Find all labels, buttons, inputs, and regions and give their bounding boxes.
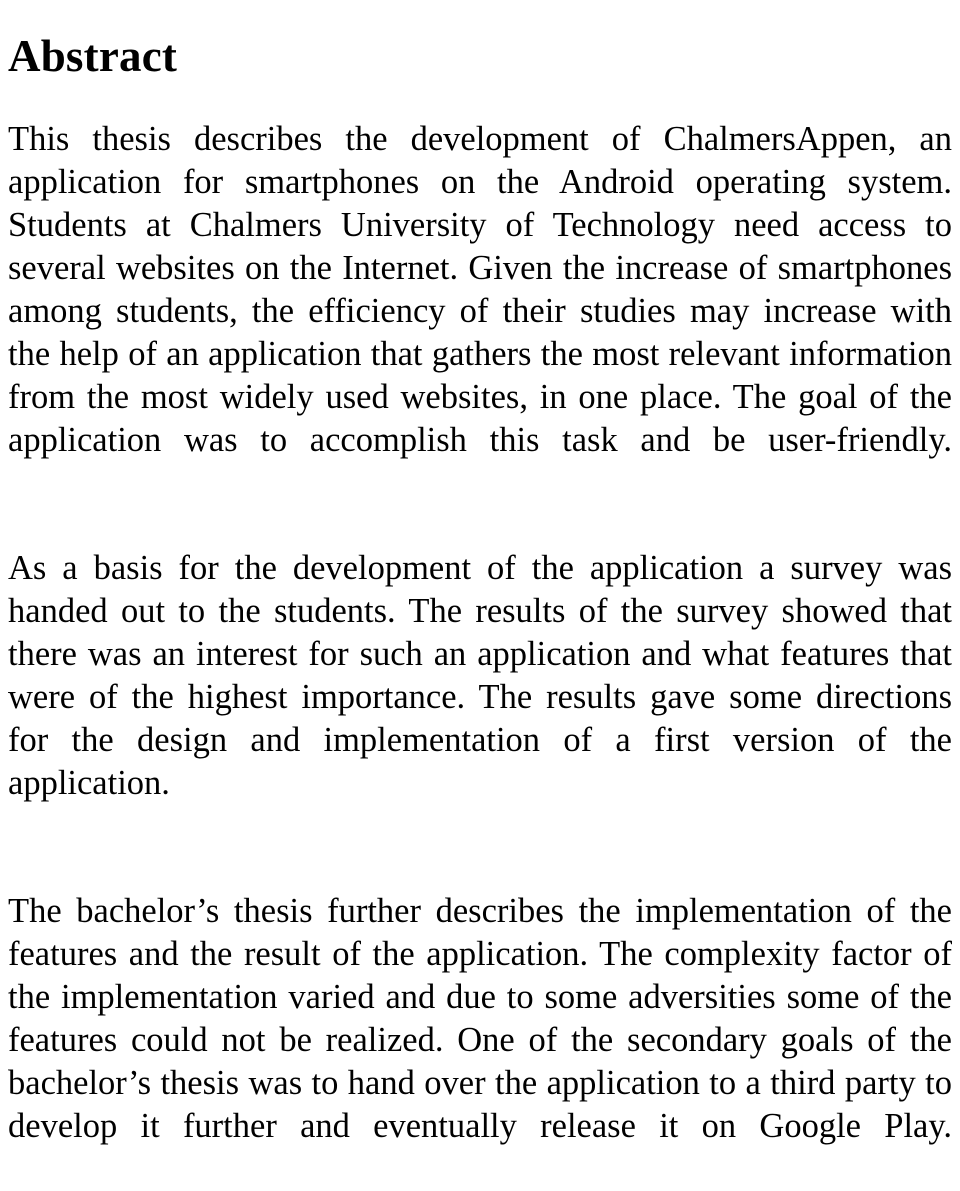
- abstract-paragraph-1: This thesis describes the development of…: [8, 120, 952, 459]
- page-title: Abstract: [8, 31, 178, 82]
- document-page: Abstract This thesis describes the devel…: [0, 0, 960, 1145]
- abstract-body: This thesis describes the development of…: [8, 118, 952, 1191]
- abstract-paragraph-2: As a basis for the development of the ap…: [8, 549, 952, 802]
- abstract-paragraph-3: The bachelor’s thesis further describes …: [8, 892, 952, 1145]
